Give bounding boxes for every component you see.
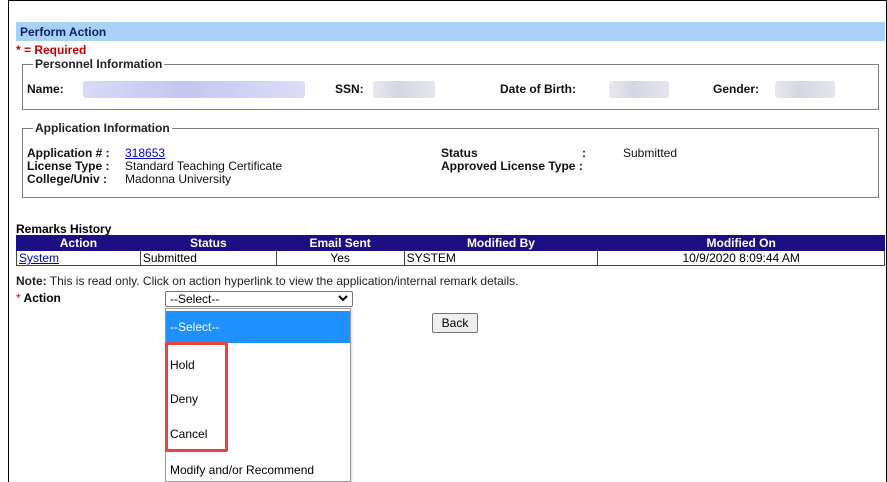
ssn-redacted — [373, 81, 435, 98]
dob-label: Date of Birth: — [500, 82, 576, 96]
column-header-status: Status — [139, 235, 277, 251]
chevron-down-icon — [338, 293, 348, 307]
note-text: This is read only. Click on action hyper… — [46, 274, 519, 288]
table-row: System Submitted Yes SYSTEM 10/9/2020 8:… — [16, 250, 885, 266]
option-modify-recommend[interactable]: Modify and/or Recommend — [166, 454, 350, 481]
column-header-modified-on: Modified On — [597, 235, 885, 251]
option-select[interactable]: --Select-- — [166, 311, 350, 343]
application-legend: Application Information — [33, 121, 172, 135]
note-prefix: Note: — [16, 274, 47, 288]
status-colon: : — [582, 146, 586, 160]
cell-status: Submitted — [139, 250, 277, 266]
remarks-history-title: Remarks History — [16, 222, 112, 236]
college-value: Madonna University — [125, 172, 232, 186]
license-type-value: Standard Teaching Certificate — [125, 159, 283, 173]
action-select-value: --Select-- — [170, 292, 220, 306]
application-number-label: Application # : — [27, 146, 110, 160]
name-redacted — [83, 81, 305, 98]
action-select[interactable]: --Select-- — [165, 291, 353, 307]
application-information-group: Application Information Application # : … — [22, 121, 879, 198]
action-dropdown-list: --Select-- Hold Deny Cancel Modify and/o… — [165, 308, 351, 482]
personnel-legend: Personnel Information — [33, 57, 165, 71]
cell-modified-on: 10/9/2020 8:09:44 AM — [597, 250, 885, 266]
approved-license-type-label: Approved License Type : — [441, 159, 583, 173]
back-button[interactable]: Back — [432, 313, 478, 333]
column-header-action: Action — [16, 235, 141, 251]
status-value: Submitted — [623, 146, 678, 160]
gender-redacted — [775, 81, 835, 98]
option-cancel[interactable]: Cancel — [166, 418, 350, 450]
status-label: Status — [441, 146, 478, 160]
perform-action-header: Perform Action — [16, 22, 885, 41]
dob-redacted — [609, 81, 669, 98]
option-hold[interactable]: Hold — [166, 349, 350, 381]
read-only-note: Note: This is read only. Click on action… — [16, 274, 518, 288]
column-header-modified-by: Modified By — [403, 235, 599, 251]
required-note: * = Required — [16, 43, 87, 57]
cell-action: System — [16, 250, 141, 266]
gender-label: Gender: — [713, 82, 760, 96]
column-header-email-sent: Email Sent — [275, 235, 405, 251]
option-deny[interactable]: Deny — [166, 383, 350, 415]
license-type-label: License Type : — [27, 159, 110, 173]
remarks-history-table: Action Status Email Sent Modified By Mod… — [16, 235, 885, 266]
application-number-link[interactable]: 318653 — [125, 146, 165, 160]
action-label: * Action — [16, 291, 61, 305]
cell-email-sent: Yes — [275, 250, 405, 266]
name-label: Name: — [27, 82, 64, 96]
personnel-information-group: Personnel Information Name: SSN: Date of… — [22, 57, 879, 110]
remarks-header-row: Action Status Email Sent Modified By Mod… — [16, 235, 885, 251]
cell-modified-by: SYSTEM — [403, 250, 599, 266]
college-label: College/Univ : — [27, 172, 108, 186]
section-title: Perform Action — [20, 25, 107, 39]
ssn-label: SSN: — [335, 82, 364, 96]
remark-action-link[interactable]: System — [19, 251, 59, 265]
action-label-text: Action — [20, 291, 61, 305]
